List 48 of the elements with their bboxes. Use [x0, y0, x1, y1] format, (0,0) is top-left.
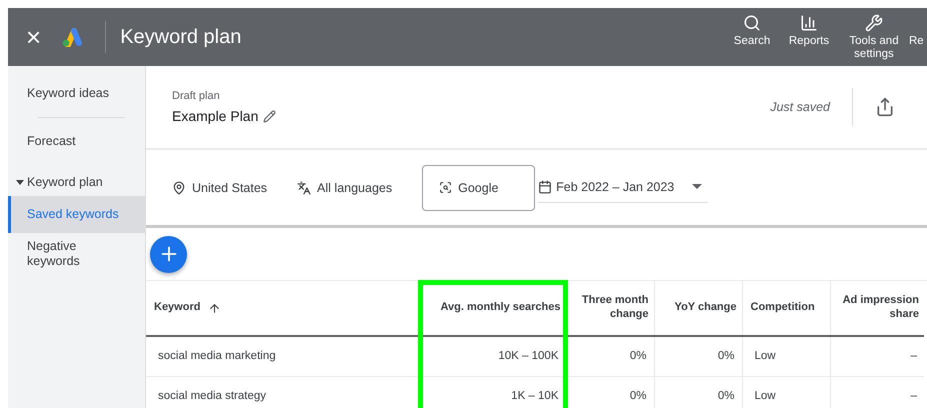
nav-button[interactable]: Reports: [779, 14, 839, 48]
column-header[interactable]: Keyword: [146, 281, 418, 336]
table-cell: –: [830, 336, 924, 376]
nav-button[interactable]: Tools and settings: [839, 14, 909, 62]
table-cell: 0%: [654, 336, 742, 376]
nav-button[interactable]: Search: [725, 14, 779, 48]
logo-icon: [61, 27, 84, 47]
caret-icon: [16, 180, 24, 186]
search-list-icon: [439, 181, 452, 194]
table-cell: 1K – 10K: [418, 376, 566, 408]
table-cell: Low: [742, 336, 830, 376]
table-cell: 0%: [566, 336, 654, 376]
location-pin-icon: [172, 180, 186, 194]
wrench-icon: [865, 14, 883, 32]
table-cell: 0%: [566, 376, 654, 408]
column-header[interactable]: Three month change: [566, 281, 654, 336]
language-filter[interactable]: All languages: [297, 180, 392, 194]
calendar-icon: [538, 180, 552, 194]
column-header[interactable]: YoY change: [654, 281, 742, 336]
table-cell: Low: [742, 376, 830, 408]
network-filter[interactable]: Google: [422, 164, 536, 210]
page-title: Keyword plan: [120, 26, 242, 48]
bar-chart-icon: [800, 14, 818, 32]
table-cell: social media strategy: [146, 376, 418, 408]
location-filter[interactable]: United States: [172, 180, 268, 194]
caret-icon: [692, 184, 702, 190]
sidebar-item[interactable]: Keyword plan: [8, 169, 145, 196]
sidebar-item[interactable]: Keyword ideas: [8, 80, 145, 107]
nav-button[interactable]: Re: [909, 14, 927, 48]
translate-icon: [297, 180, 312, 194]
plan-caption: Draft plan: [172, 90, 221, 102]
sidebar-item[interactable]: Negative keywords: [8, 233, 145, 275]
add-button[interactable]: [150, 236, 187, 272]
table-cell: 0%: [654, 376, 742, 408]
save-status: Just saved: [770, 100, 830, 114]
table-cell: 10K – 100K: [418, 336, 566, 376]
table-cell: social media marketing: [146, 336, 418, 376]
column-header[interactable]: Competition: [742, 281, 830, 336]
column-header[interactable]: Ad impression share: [830, 281, 924, 336]
search-icon: [743, 14, 761, 32]
share-button[interactable]: [875, 97, 895, 117]
close-button[interactable]: ×: [26, 24, 42, 50]
plan-name: Example Plan: [172, 108, 258, 124]
date-range-dropdown[interactable]: Feb 2022 – Jan 2023: [538, 172, 708, 202]
pencil-icon[interactable]: [263, 110, 276, 122]
column-header[interactable]: Avg. monthly searches: [418, 281, 566, 336]
sidebar-item[interactable]: Forecast: [8, 128, 145, 155]
table-cell: –: [830, 376, 924, 408]
